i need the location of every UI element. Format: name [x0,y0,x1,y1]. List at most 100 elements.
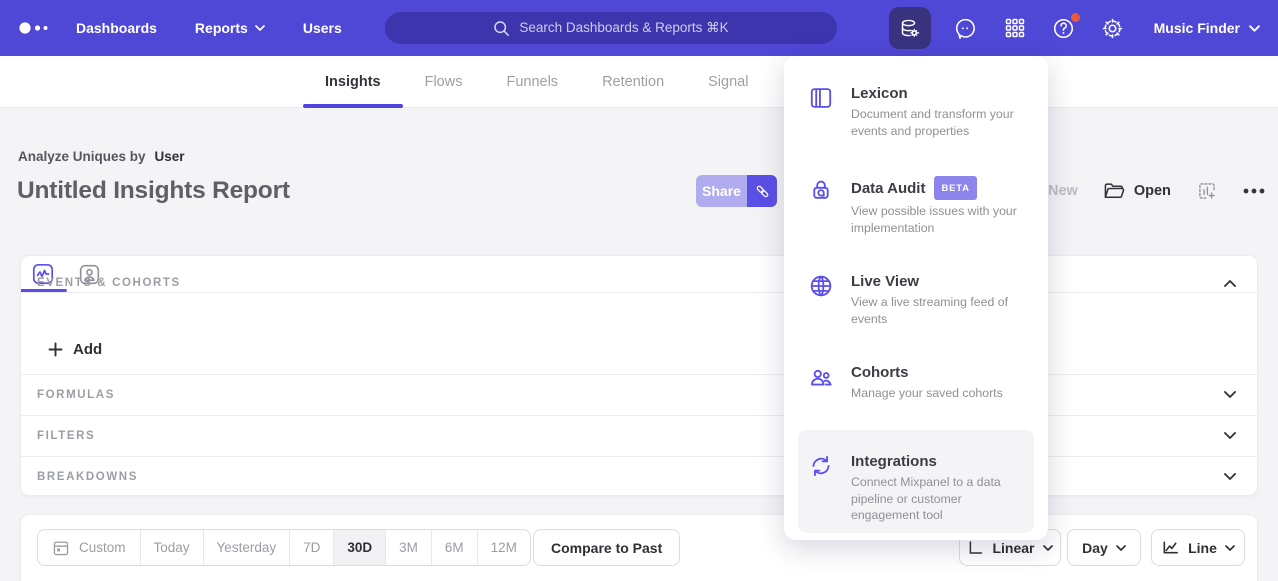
chart-type-selector-button[interactable]: Line [1151,529,1245,566]
menu-item-description: View possible issues with your implement… [851,203,1021,236]
top-navbar: Dashboards Reports Users Search Dashboar… [0,0,1278,56]
report-tabbar: Insights Flows Funnels Retention Signal … [0,56,1278,108]
beta-badge: BETA [934,176,976,200]
section-label: FILTERS [37,430,95,442]
tab-insights[interactable]: Insights [303,56,403,107]
menu-item-description: Connect Mixpanel to a data pipeline or c… [851,474,1021,524]
project-selector[interactable]: Music Finder [1154,20,1260,36]
add-event-button[interactable]: Add [48,341,102,358]
chevron-down-icon [1043,545,1053,551]
range-12m[interactable]: 12M [477,530,530,565]
linear-scale-icon [967,539,984,556]
more-menu-button[interactable] [1243,188,1265,194]
add-to-dashboard-button[interactable] [1197,181,1217,201]
chevron-down-icon [1116,545,1126,551]
help-button[interactable] [1050,14,1078,42]
nav-reports[interactable]: Reports [195,20,265,36]
share-button[interactable]: Share [696,175,747,207]
section-breakdowns[interactable]: BREAKDOWNS [21,456,1257,497]
analyze-by-row: Analyze Uniques by User [18,149,185,164]
more-dots-icon [1243,188,1265,194]
open-report-button[interactable]: Open [1104,182,1171,200]
share-split-button: Share [696,175,777,207]
chat-bubble-icon [953,16,978,41]
chevron-down-icon [1225,545,1235,551]
query-builder-card: EVENTS & COHORTS Add FORMULAS FILTERS BR… [20,255,1258,496]
add-label: Add [73,341,102,358]
apps-grid-icon [1003,16,1027,40]
range-7d[interactable]: 7D [289,530,333,565]
range-today[interactable]: Today [140,530,203,565]
chevron-down-icon [1224,473,1236,480]
chevron-down-icon [255,25,265,31]
new-report-button[interactable]: New [1048,183,1078,199]
section-formulas[interactable]: FORMULAS [21,374,1257,415]
mixpanel-logo-icon[interactable] [18,0,52,56]
tab-funnels[interactable]: Funnels [484,56,580,107]
date-range-group: Custom Today Yesterday 7D 30D 3M 6M 12M [37,529,531,566]
range-custom[interactable]: Custom [38,530,140,565]
page-title: Untitled Insights Report [17,177,290,205]
menu-item-cohorts[interactable]: Cohorts Manage your saved cohorts [808,363,1034,402]
range-yesterday[interactable]: Yesterday [203,530,290,565]
integrations-icon [808,453,834,479]
chevron-down-icon [1249,25,1260,32]
menu-item-live-view[interactable]: Live View View a live streaming feed of … [808,272,1034,327]
copy-link-button[interactable] [747,175,777,207]
plus-icon [48,342,63,357]
section-label: BREAKDOWNS [37,471,138,483]
nav-dashboards[interactable]: Dashboards [76,20,157,36]
section-label: FORMULAS [37,389,115,401]
database-gear-icon [898,17,921,40]
data-audit-icon [808,177,834,203]
primary-nav: Dashboards Reports Users [76,20,342,36]
notification-dot [1071,13,1080,22]
menu-item-lexicon[interactable]: Lexicon Document and transform your even… [808,84,1034,139]
menu-item-title: Integrations [851,452,1021,471]
tab-flows[interactable]: Flows [403,56,485,107]
range-3m[interactable]: 3M [385,530,431,565]
nav-users[interactable]: Users [303,20,342,36]
live-view-icon [808,273,834,299]
menu-item-integrations[interactable]: Integrations Connect Mixpanel to a data … [808,452,1034,524]
calendar-icon [52,539,70,557]
navbar-right-cluster: Music Finder [889,0,1260,56]
apps-grid-button[interactable] [1001,14,1029,42]
settings-button[interactable] [1099,14,1127,42]
range-6m[interactable]: 6M [431,530,477,565]
gear-icon [1100,16,1125,41]
insights-report-page: Dashboards Reports Users Search Dashboar… [0,0,1278,581]
chart-toolbar-card: Custom Today Yesterday 7D 30D 3M 6M 12M … [20,514,1258,581]
chevron-down-icon [1224,432,1236,439]
menu-item-title: Cohorts [851,363,1003,382]
tab-retention[interactable]: Retention [580,56,686,107]
link-icon [754,183,771,200]
menu-item-title: Live View [851,272,1021,291]
open-label: Open [1134,183,1171,199]
menu-item-data-audit[interactable]: Data Audit BETA View possible issues wit… [808,176,1034,236]
menu-item-description: View a live streaming feed of events [851,294,1021,327]
interval-selector-button[interactable]: Day [1067,529,1141,566]
analyze-label: Analyze Uniques by [18,149,146,164]
line-chart-icon [1161,538,1180,557]
menu-item-title: Lexicon [851,84,1021,103]
messages-button[interactable] [952,14,980,42]
cohorts-icon [808,364,834,390]
folder-icon [1104,182,1125,200]
compare-to-past-button[interactable]: Compare to Past [533,529,680,566]
section-label: EVENTS & COHORTS [37,277,181,289]
section-events-cohorts[interactable]: EVENTS & COHORTS [37,277,1236,289]
report-actions: New Open [1048,175,1265,207]
add-to-dashboard-icon [1197,181,1217,201]
search-icon [493,20,510,37]
analyze-entity-selector[interactable]: User [155,149,185,164]
lexicon-icon [808,85,834,111]
menu-item-description: Manage your saved cohorts [851,385,1003,402]
search-input[interactable]: Search Dashboards & Reports ⌘K [385,12,837,44]
range-30d[interactable]: 30D [333,530,385,565]
section-filters[interactable]: FILTERS [21,415,1257,456]
tab-signal[interactable]: Signal [686,56,770,107]
data-management-button[interactable] [889,7,931,49]
chevron-down-icon [1224,391,1236,398]
chevron-up-icon [1224,280,1236,287]
